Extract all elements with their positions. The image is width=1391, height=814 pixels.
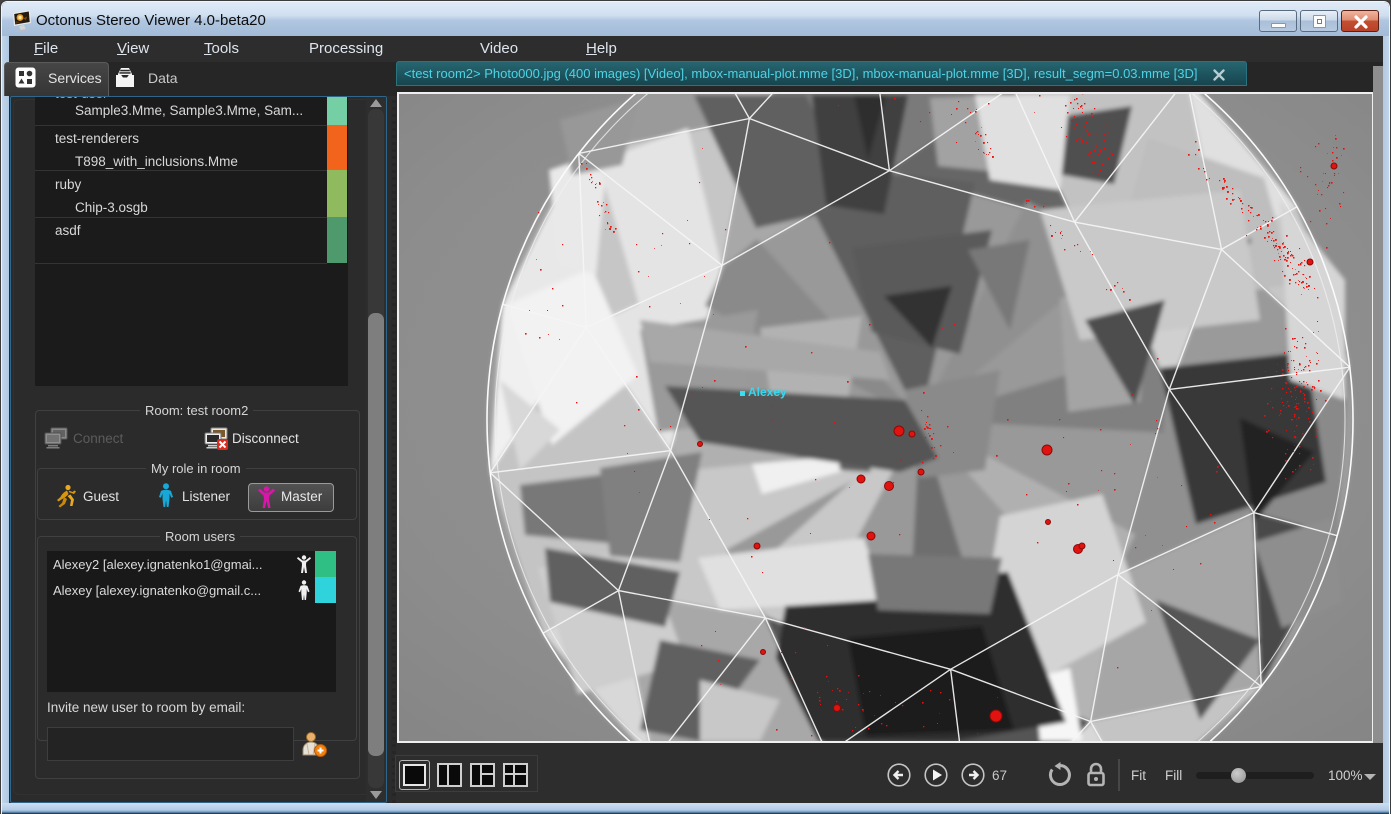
svg-text:Alexey: Alexey: [748, 385, 787, 399]
